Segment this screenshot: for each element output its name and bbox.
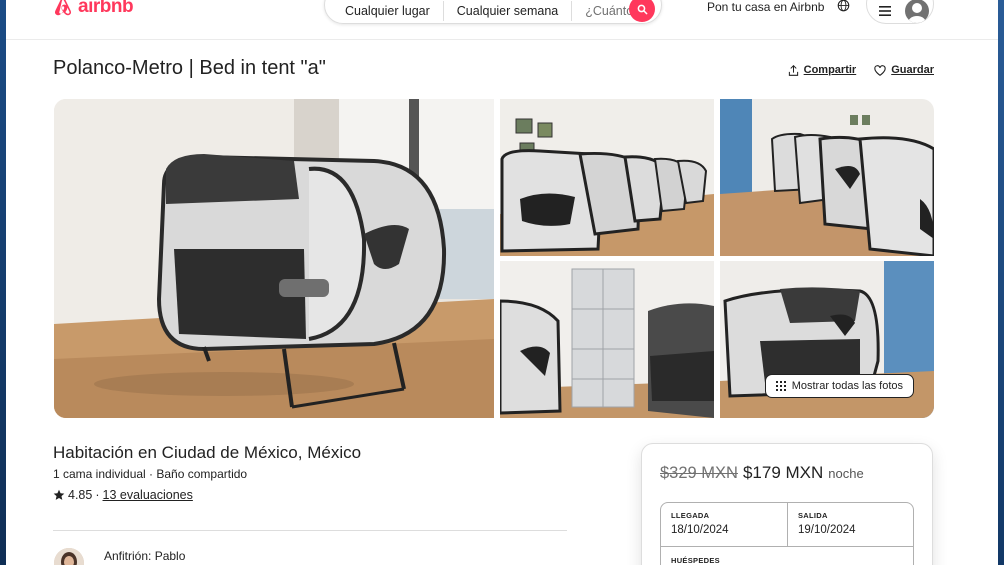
search-submit-button[interactable]: [629, 0, 655, 22]
show-all-photos-button[interactable]: Mostrar todas las fotos: [764, 374, 914, 398]
search-icon: [637, 4, 647, 14]
logo-text: airbnb: [78, 0, 134, 17]
discounted-price: $179 MXN: [742, 463, 824, 482]
room-type-heading: Habitación en Ciudad de México, México: [53, 443, 362, 462]
date-guest-picker: LLEGADA 18/10/2024 SALIDA 19/10/2024 HUÉ…: [660, 502, 914, 565]
gallery-photo-2[interactable]: [500, 99, 714, 256]
host-your-home-link[interactable]: Pon tu casa en Airbnb: [707, 0, 824, 14]
language-button[interactable]: [837, 0, 850, 17]
gallery-photo-4[interactable]: [500, 261, 714, 418]
reviews-link[interactable]: 13 evaluaciones: [103, 488, 193, 502]
listing-page: airbnb Cualquier lugar Cualquier semana …: [6, 0, 998, 565]
checkin-label: LLEGADA: [671, 511, 710, 520]
search-location-button[interactable]: Cualquier lugar: [325, 4, 443, 18]
top-header: airbnb Cualquier lugar Cualquier semana …: [6, 0, 998, 40]
gallery-photo-3[interactable]: [720, 99, 934, 256]
rating-value: 4.85: [68, 488, 93, 502]
original-price: $329 MXN: [660, 464, 738, 482]
search-dates-button[interactable]: Cualquier semana: [444, 4, 571, 18]
star-icon: [53, 489, 65, 500]
booking-card: $329 MXN $179 MXN noche LLEGADA 18/10/20…: [641, 443, 933, 565]
photo-gallery: Mostrar todas las fotos: [54, 99, 934, 418]
checkin-field[interactable]: LLEGADA 18/10/2024: [661, 503, 788, 546]
heart-icon: [874, 64, 886, 76]
checkout-field[interactable]: SALIDA 19/10/2024: [788, 503, 913, 546]
share-icon: [788, 64, 798, 76]
grid-icon: [775, 381, 786, 391]
rating-summary: 4.85 · 13 evaluaciones: [53, 488, 193, 502]
menu-icon: [879, 6, 891, 16]
user-icon: [905, 0, 929, 23]
checkout-label: SALIDA: [798, 511, 828, 520]
section-divider: [53, 530, 567, 531]
host-avatar[interactable]: [54, 548, 84, 565]
user-menu-button[interactable]: [866, 0, 934, 24]
host-name: Anfitrión: Pablo: [104, 549, 186, 563]
save-button[interactable]: Guardar: [874, 64, 934, 76]
guests-label: HUÉSPEDES: [671, 556, 720, 565]
price-unit: noche: [828, 466, 864, 481]
airbnb-logo-icon: [54, 0, 72, 16]
room-details: 1 cama individual · Baño compartido: [53, 467, 248, 481]
rating-separator: ·: [95, 488, 100, 502]
share-label: Compartir: [803, 64, 857, 76]
listing-actions: Compartir Guardar: [788, 64, 934, 76]
checkin-value: 18/10/2024: [671, 524, 729, 536]
main-photo[interactable]: [54, 99, 494, 418]
globe-icon: [837, 0, 850, 12]
save-label: Guardar: [891, 64, 934, 76]
desktop-frame-right: [998, 0, 1004, 565]
checkout-value: 19/10/2024: [798, 524, 856, 536]
guests-field[interactable]: HUÉSPEDES: [661, 546, 913, 565]
share-button[interactable]: Compartir: [788, 64, 857, 76]
page-title: Polanco-Metro | Bed in tent "a": [53, 57, 326, 79]
airbnb-logo[interactable]: airbnb: [52, 0, 134, 18]
show-all-photos-label: Mostrar todas las fotos: [791, 380, 903, 392]
price-row: $329 MXN $179 MXN noche: [660, 463, 864, 483]
search-bar[interactable]: Cualquier lugar Cualquier semana ¿Cuánto…: [324, 0, 662, 24]
